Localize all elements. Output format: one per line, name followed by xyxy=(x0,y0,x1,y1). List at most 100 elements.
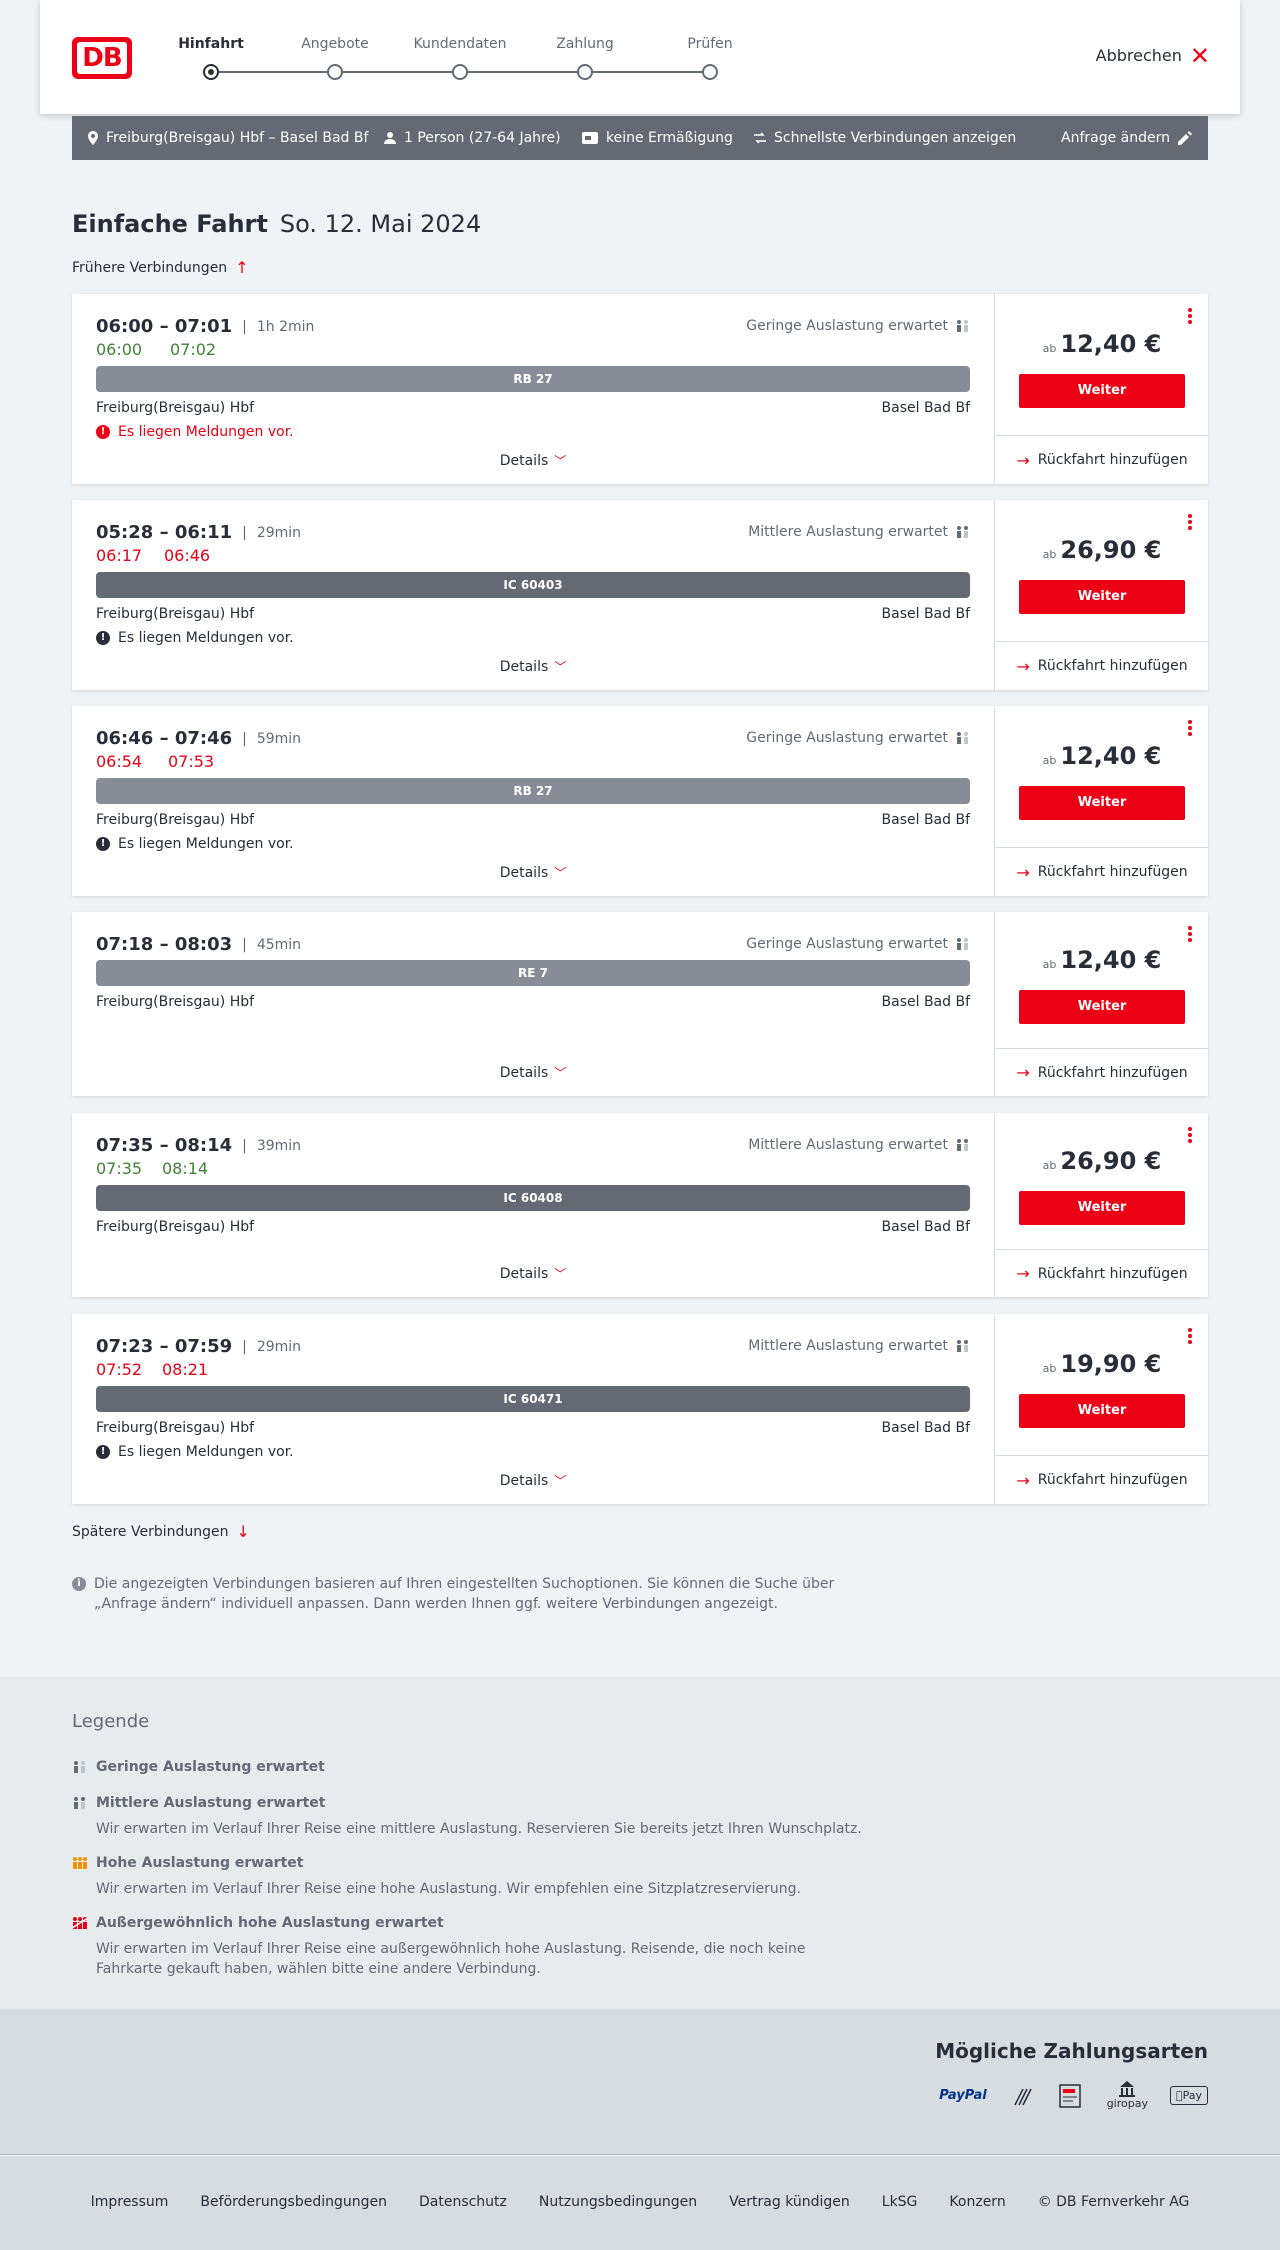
separator: | xyxy=(242,524,247,541)
details-toggle[interactable]: Details ﹀ xyxy=(72,1265,994,1282)
persons-summary[interactable]: 1 Person (27-64 Jahre) xyxy=(384,130,561,146)
details-toggle[interactable]: Details ﹀ xyxy=(72,864,994,881)
footer-link-konzern[interactable]: Konzern xyxy=(949,2194,1005,2210)
duration: 59min xyxy=(256,730,302,747)
cancel-button[interactable]: Abbrechen ✕ xyxy=(1096,44,1210,68)
train-bar[interactable]: IC 60408 xyxy=(96,1185,970,1211)
giropay-option: giropay xyxy=(1107,2081,1148,2110)
train-bar[interactable]: IC 60471 xyxy=(96,1386,970,1412)
step-dot-zahlung xyxy=(577,64,593,80)
step-hinfahrt: Hinfahrt xyxy=(178,36,244,52)
page-title: Einfache Fahrt So. 12. Mai 2024 xyxy=(72,210,481,238)
add-return-button[interactable]: → Rückfahrt hinzufügen xyxy=(995,1455,1209,1504)
details-toggle[interactable]: Details ﹀ xyxy=(72,1064,994,1081)
departure-station: Freiburg(Breisgau) Hbf xyxy=(96,1219,255,1235)
weiter-button[interactable]: Weiter xyxy=(1019,1191,1185,1225)
occupancy-info: Mittlere Auslastung erwartet xyxy=(748,1338,970,1354)
connection-times: 07:18 – 08:03 | 45min xyxy=(96,934,301,955)
realtime-departure: 06:17 xyxy=(96,546,143,565)
add-return-label: Rückfahrt hinzufügen xyxy=(1037,452,1188,468)
duration: 39min xyxy=(256,1137,302,1154)
footer-link-befoerderung[interactable]: Beförderungsbedingungen xyxy=(200,2194,387,2210)
more-options-icon[interactable] xyxy=(1188,1127,1192,1145)
weiter-button[interactable]: Weiter xyxy=(1019,786,1185,820)
weiter-button[interactable]: Weiter xyxy=(1019,580,1185,614)
change-request-button[interactable]: Anfrage ändern xyxy=(1061,130,1192,146)
step-pruefen: Prüfen xyxy=(687,36,733,52)
realtime-arrival: 08:21 xyxy=(162,1360,209,1379)
connection-times: 05:28 – 06:11 | 29min xyxy=(96,522,301,543)
add-return-button[interactable]: → Rückfahrt hinzufügen xyxy=(995,641,1209,690)
price-panel: ab 26,90 € Weiter → Rückfahrt hinzufügen xyxy=(994,1113,1209,1297)
train-bar[interactable]: RB 27 xyxy=(96,778,970,804)
fastest-label: Schnellste Verbindungen anzeigen xyxy=(774,130,1017,146)
occupancy-label: Geringe Auslastung erwartet xyxy=(746,318,948,334)
fastest-toggle[interactable]: Schnellste Verbindungen anzeigen xyxy=(754,130,1016,146)
occupancy-info: Geringe Auslastung erwartet xyxy=(746,318,970,334)
bahncard-icon xyxy=(582,132,598,144)
realtime-departure: 06:00 xyxy=(96,340,143,359)
later-connections-link[interactable]: Spätere Verbindungen ↓ xyxy=(72,1522,250,1541)
connection-info: 07:18 – 08:03 | 45min Geringe Auslastung… xyxy=(72,912,994,1096)
occupancy-info: Geringe Auslastung erwartet xyxy=(746,936,970,952)
more-options-icon[interactable] xyxy=(1188,308,1192,326)
occupancy-medium-icon xyxy=(957,526,968,538)
message-notice[interactable]: Es liegen Meldungen vor. xyxy=(96,630,294,646)
message-text: Es liegen Meldungen vor. xyxy=(118,424,294,440)
add-return-label: Rückfahrt hinzufügen xyxy=(1037,1064,1188,1081)
arrow-right-icon: → xyxy=(1016,862,1030,882)
footer-link-impressum[interactable]: Impressum xyxy=(91,2194,169,2210)
arrow-right-icon: → xyxy=(1016,656,1030,676)
payment-methods: PayPal giropay Pay xyxy=(939,2081,1208,2110)
message-notice[interactable]: Es liegen Meldungen vor. xyxy=(96,1444,294,1460)
legend-item-desc: Wir erwarten im Verlauf Ihrer Reise eine… xyxy=(96,1881,801,1897)
connection-card: 07:23 – 07:59 | 29min 07:52 08:21 Mittle… xyxy=(72,1314,1209,1504)
add-return-button[interactable]: → Rückfahrt hinzufügen xyxy=(995,1249,1209,1297)
step-dot-pruefen xyxy=(702,64,718,80)
train-bar[interactable]: RE 7 xyxy=(96,960,970,986)
add-return-button[interactable]: → Rückfahrt hinzufügen xyxy=(995,847,1209,896)
train-bar[interactable]: IC 60403 xyxy=(96,572,970,598)
occupancy-high-icon xyxy=(73,1857,87,1869)
message-text: Es liegen Meldungen vor. xyxy=(118,836,294,852)
separator: | xyxy=(242,936,247,953)
weiter-button[interactable]: Weiter xyxy=(1019,990,1185,1024)
weiter-button[interactable]: Weiter xyxy=(1019,1394,1185,1428)
chevron-down-icon: ﹀ xyxy=(554,866,567,880)
weiter-button[interactable]: Weiter xyxy=(1019,374,1185,408)
realtime-departure: 06:54 xyxy=(96,752,143,771)
footer-link-kuendigen[interactable]: Vertrag kündigen xyxy=(729,2194,850,2210)
connection-info: 07:35 – 08:14 | 39min 07:35 08:14 Mittle… xyxy=(72,1113,994,1297)
connection-times: 07:35 – 08:14 | 39min xyxy=(96,1135,301,1156)
arrival-station: Basel Bad Bf xyxy=(881,1219,970,1235)
message-notice[interactable]: Es liegen Meldungen vor. xyxy=(96,424,294,440)
footer-link-datenschutz[interactable]: Datenschutz xyxy=(419,2194,507,2210)
price-value: 26,90 € xyxy=(1060,536,1162,564)
more-options-icon[interactable] xyxy=(1188,1328,1192,1346)
duration: 29min xyxy=(256,524,302,541)
location-pin-icon xyxy=(88,131,98,145)
legend-item-label: Mittlere Auslastung erwartet xyxy=(96,1795,326,1811)
details-toggle[interactable]: Details ﹀ xyxy=(72,452,994,469)
route-summary[interactable]: Freiburg(Breisgau) Hbf – Basel Bad Bf xyxy=(88,130,368,146)
add-return-button[interactable]: → Rückfahrt hinzufügen xyxy=(995,1048,1209,1096)
add-return-button[interactable]: → Rückfahrt hinzufügen xyxy=(995,435,1209,484)
connection-times: 07:23 – 07:59 | 29min xyxy=(96,1336,301,1357)
details-toggle[interactable]: Details ﹀ xyxy=(72,1472,994,1489)
train-bar[interactable]: RB 27 xyxy=(96,366,970,392)
legend-item-title: Außergewöhnlich hohe Auslastung erwartet xyxy=(72,1915,872,1931)
earlier-connections-link[interactable]: Frühere Verbindungen ↑ xyxy=(72,258,249,277)
more-options-icon[interactable] xyxy=(1188,514,1192,532)
footer-links: Impressum Beförderungsbedingungen Datens… xyxy=(0,2194,1280,2210)
info-text: Die angezeigten Verbindungen basieren au… xyxy=(94,1576,835,1612)
db-logo[interactable]: DB xyxy=(72,37,132,79)
discount-summary[interactable]: keine Ermäßigung xyxy=(582,130,733,146)
arrow-right-icon: → xyxy=(1016,1063,1030,1082)
more-options-icon[interactable] xyxy=(1188,720,1192,738)
footer-link-nutzung[interactable]: Nutzungsbedingungen xyxy=(539,2194,697,2210)
details-toggle[interactable]: Details ﹀ xyxy=(72,658,994,675)
message-notice[interactable]: Es liegen Meldungen vor. xyxy=(96,836,294,852)
legend-section: Legende Geringe Auslastung erwartet Mitt… xyxy=(0,1677,1280,2009)
footer-link-lksg[interactable]: LkSG xyxy=(882,2194,918,2210)
more-options-icon[interactable] xyxy=(1188,926,1192,944)
